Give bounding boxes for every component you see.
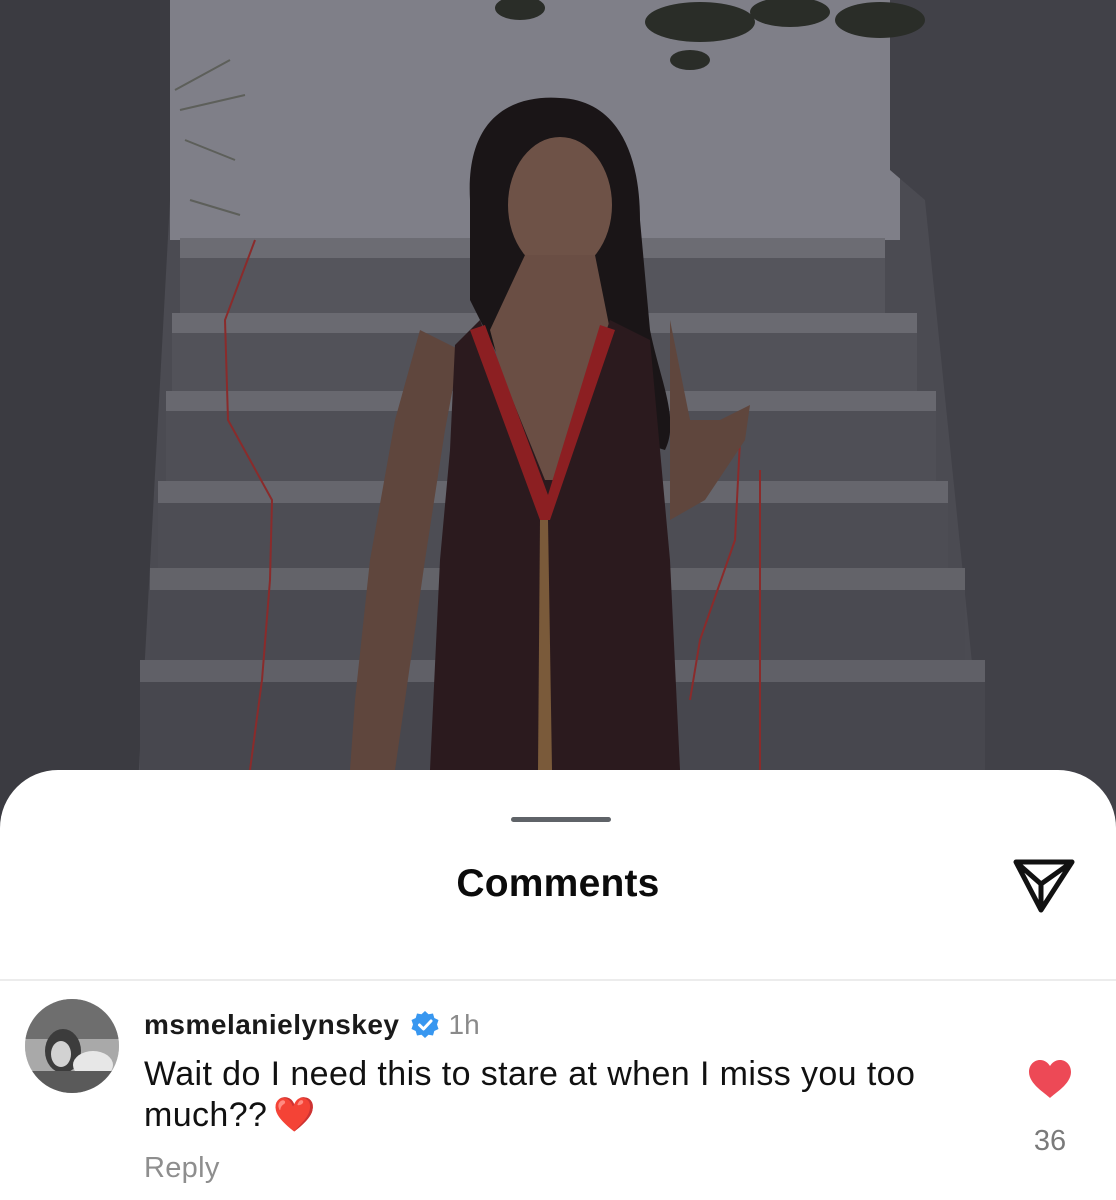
like-count: 36 [1033,1125,1067,1157]
send-icon [1013,859,1075,913]
sheet-title: Comments [456,862,660,905]
avatar-image [25,999,119,1093]
post-photo [0,0,1116,840]
like-button[interactable] [1026,1057,1074,1101]
heart-icon [1029,1060,1071,1098]
avatar[interactable] [25,999,119,1093]
reply-button[interactable]: Reply [144,1152,220,1185]
comment-timestamp: 1h [448,1009,480,1040]
verified-badge-icon [410,1010,440,1040]
comment-username[interactable]: msmelanielynskey [144,1009,400,1041]
comment-body: Wait do I need this to stare at when I m… [144,1055,916,1134]
red-heart-emoji: ❤️ [273,1096,317,1134]
comment-row: msmelanielynskey 1h Wait do I need this … [0,981,1116,1200]
share-button[interactable] [1008,852,1080,918]
photo-scene [0,0,1116,840]
comments-sheet: Comments msmelanielynskey 1h Wait do I n… [0,770,1116,1200]
comment-header: msmelanielynskey 1h [144,1009,480,1041]
sheet-grabber-handle[interactable] [511,817,611,822]
comment-text: Wait do I need this to stare at when I m… [144,1054,1004,1136]
